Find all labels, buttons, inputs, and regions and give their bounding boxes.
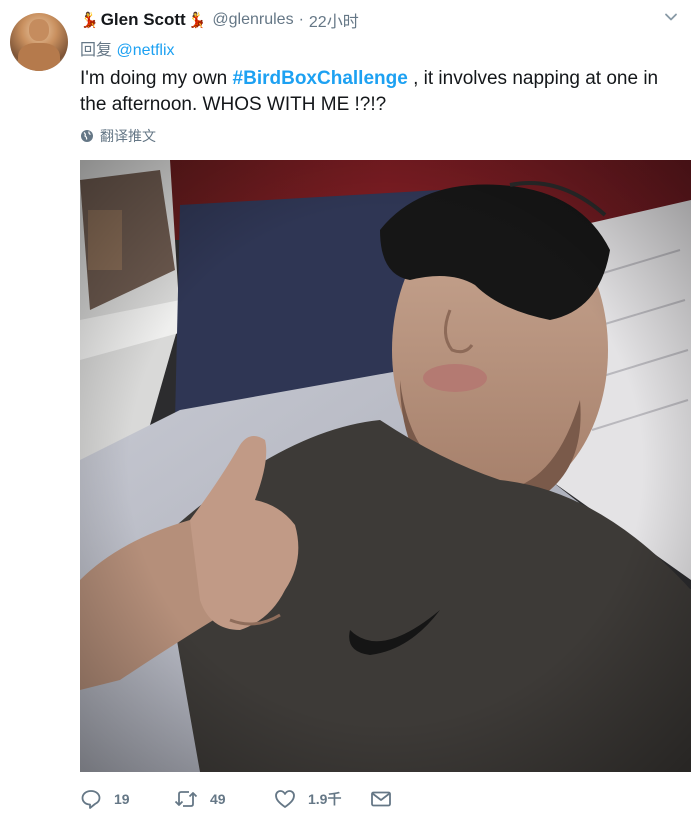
separator: · <box>298 11 304 28</box>
tweet-header: 💃 Glen Scott 💃 @glenrules · 22小时 <box>80 8 359 32</box>
tweet: 💃 Glen Scott 💃 @glenrules · 22小时 回复 @net… <box>0 0 700 819</box>
user-handle[interactable]: @glenrules <box>212 11 293 29</box>
display-name[interactable]: Glen Scott <box>101 10 186 30</box>
hashtag-link[interactable]: #BirdBoxChallenge <box>233 68 408 89</box>
like-action[interactable]: 1.9千 <box>274 786 341 812</box>
reply-prefix: 回复 <box>80 42 113 59</box>
tweet-text: I'm doing my own #BirdBoxChallenge , it … <box>80 66 680 118</box>
reply-count: 19 <box>114 791 130 807</box>
retweet-action[interactable]: 49 <box>174 786 226 812</box>
reply-context: 回复 @netflix <box>80 36 175 60</box>
heart-icon <box>275 790 295 808</box>
mention-link[interactable]: @netflix <box>116 42 174 59</box>
globe-icon <box>81 130 93 142</box>
reply-icon <box>81 790 101 809</box>
avatar-face <box>29 19 49 41</box>
tweet-actions: 19 49 1.9千 <box>80 786 680 812</box>
translate-label: 翻译推文 <box>100 128 156 144</box>
dancer-emoji-icon: 💃 <box>80 11 99 29</box>
envelope-icon <box>371 791 391 807</box>
tweet-photo[interactable] <box>80 160 691 772</box>
avatar-body <box>18 43 60 71</box>
retweet-count: 49 <box>210 791 226 807</box>
like-count: 1.9千 <box>308 791 342 807</box>
retweet-icon <box>174 791 198 807</box>
timestamp[interactable]: 22小时 <box>309 8 359 32</box>
direct-message-action[interactable] <box>370 786 404 812</box>
translate-tweet[interactable]: 翻译推文 <box>80 126 156 146</box>
photo-illustration <box>80 160 691 772</box>
chevron-down-icon[interactable] <box>664 10 678 24</box>
dancer-emoji-icon: 💃 <box>187 11 207 29</box>
avatar[interactable] <box>10 13 68 71</box>
reply-action[interactable]: 19 <box>80 786 130 812</box>
tweet-text-before: I'm doing my own <box>80 68 233 89</box>
